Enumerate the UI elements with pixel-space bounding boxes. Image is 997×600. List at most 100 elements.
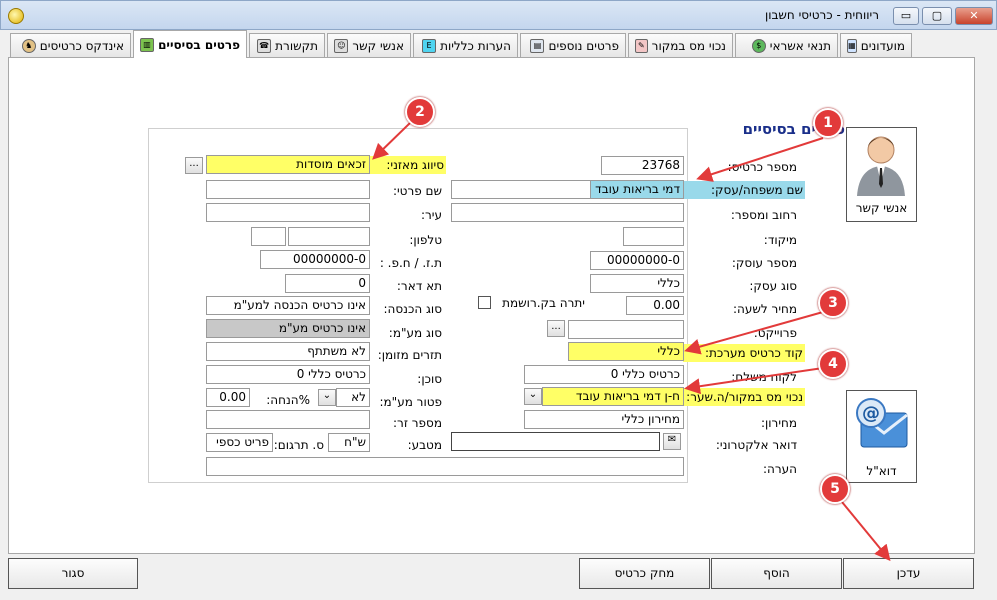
chevron-down-icon[interactable]: ⌄: [524, 388, 542, 405]
tab-basic-details[interactable]: פרטים בסיסיים ▥: [133, 30, 247, 58]
phone-prefix-input[interactable]: [251, 227, 286, 246]
city-label: עיר:: [420, 208, 442, 222]
price-list-input[interactable]: מחירון כללי: [524, 410, 684, 429]
dog-icon: ♞: [21, 38, 36, 53]
cash-flow-label: תזרים מזומן:: [377, 348, 442, 362]
contacts-icon: ☺: [334, 38, 349, 53]
callout-2: 2: [405, 97, 435, 127]
income-type-input[interactable]: אינו כרטיס הכנסה למע"מ: [206, 296, 370, 315]
mail-card[interactable]: @ דוא"ל: [846, 390, 917, 483]
add-button[interactable]: הוסף: [711, 558, 842, 589]
city-input[interactable]: [206, 203, 370, 222]
project-label: פרוייקט:: [753, 326, 797, 340]
note-input[interactable]: [206, 457, 684, 476]
family-name-input[interactable]: דמי בריאות עובד: [451, 180, 684, 199]
agent-label: סוכן:: [417, 372, 442, 386]
tab-tax-withholding[interactable]: נכוי מס במקור ✎: [628, 33, 733, 57]
discount-input[interactable]: 0.00: [206, 388, 250, 407]
tax-withholding-select[interactable]: ח-ן דמי בריאות עובד: [542, 387, 684, 406]
delete-card-button[interactable]: מחק כרטיס: [579, 558, 710, 589]
phone-icon: ☎: [257, 38, 272, 53]
details-icon: ▤: [530, 38, 545, 53]
street-label: רחוב ומספר:: [730, 208, 797, 222]
project-lookup-button[interactable]: ...: [547, 320, 565, 337]
close-window-button[interactable]: ✕: [955, 7, 993, 25]
system-card-code-input[interactable]: כללי: [568, 342, 684, 361]
vat-exempt-chevron-down-icon[interactable]: ⌄: [318, 389, 336, 406]
callout-5: 5: [820, 474, 850, 504]
id-number-input[interactable]: 00000000-0: [260, 250, 370, 269]
phone-input[interactable]: [288, 227, 370, 246]
svg-text:@: @: [862, 403, 880, 424]
tab-credit-terms[interactable]: תנאי אשראי $: [735, 33, 838, 57]
card-number-label: מספר כרטיס:: [727, 160, 797, 174]
currency-input[interactable]: ש"ח: [328, 433, 370, 452]
paying-customer-input[interactable]: כרטיס כללי 0: [524, 365, 684, 384]
book-icon: ▥: [140, 37, 155, 52]
tab-card-index[interactable]: אינדקס כרטיסים ♞: [10, 33, 131, 57]
registered-balance-label: יתרה בק.רושמת: [502, 296, 585, 310]
mail-card-label: דוא"ל: [866, 464, 897, 478]
balance-class-input[interactable]: זכאים מוסדות: [206, 155, 370, 174]
cash-flow-input[interactable]: לא משתתף: [206, 342, 370, 361]
tab-general-notes[interactable]: הערות כלליות E: [413, 33, 518, 57]
balance-class-lookup-button[interactable]: ...: [185, 157, 203, 174]
card-number-input[interactable]: 23768: [601, 156, 684, 175]
currency-label: מטבע:: [407, 438, 442, 452]
close-button[interactable]: סגור: [8, 558, 138, 589]
vat-type-input: אינו כרטיס מע"מ: [206, 319, 370, 338]
callout-1: 1: [813, 108, 843, 138]
project-input[interactable]: [568, 320, 684, 339]
business-type-input[interactable]: כללי: [590, 274, 684, 293]
business-number-input[interactable]: 00000000-0: [590, 251, 684, 270]
contacts-card[interactable]: אנשי קשר: [846, 127, 917, 222]
tab-communication[interactable]: תקשורת ☎: [249, 33, 325, 57]
hourly-price-input[interactable]: 0.00: [626, 296, 684, 315]
foreign-number-input[interactable]: [206, 410, 370, 429]
private-name-input[interactable]: [206, 180, 370, 199]
balance-class-label: סיווג מאזני:: [370, 156, 446, 174]
private-name-label: שם פרטי:: [392, 184, 442, 198]
callout-3: 3: [818, 288, 848, 318]
registered-balance-checkbox[interactable]: [478, 296, 491, 309]
email-input[interactable]: [451, 432, 660, 451]
income-type-label: סוג הכנסה:: [383, 302, 442, 316]
tab-more-details[interactable]: פרטים נוספים ▤: [520, 33, 626, 57]
note-label: הערה:: [762, 462, 797, 476]
agent-input[interactable]: כרטיס כללי 0: [206, 365, 370, 384]
contact-person-icon: [857, 136, 905, 196]
hourly-price-label: מחיר לשעה:: [733, 302, 797, 316]
translation-type-input[interactable]: פריט כספי: [206, 433, 273, 452]
email-send-icon[interactable]: ✉: [663, 433, 681, 450]
minimize-button[interactable]: ▭: [893, 7, 919, 25]
price-list-label: מחירון:: [760, 416, 797, 430]
po-box-label: תא דאר:: [396, 279, 442, 293]
update-button[interactable]: עדכן: [843, 558, 974, 589]
business-type-label: סוג עסק:: [749, 279, 797, 293]
members-icon: ▦: [847, 38, 857, 53]
money-bag-icon: $: [751, 38, 766, 53]
po-box-input[interactable]: 0: [285, 274, 370, 293]
contacts-card-label: אנשי קשר: [855, 201, 908, 215]
vat-exempt-label: פטור מע"מ:: [379, 395, 442, 409]
phone-label: טלפון:: [409, 233, 442, 247]
zip-label: מיקוד:: [763, 233, 797, 247]
street-input[interactable]: [451, 203, 684, 222]
tax-icon: ✎: [635, 38, 648, 53]
family-name-label: שם משפחה/עסק:: [683, 181, 805, 199]
mail-icon: @: [856, 398, 908, 448]
discount-label: %הנחה:: [266, 393, 310, 407]
foreign-number-label: מספר זר:: [393, 416, 442, 430]
tab-clubs[interactable]: מועדונים ▦: [840, 33, 912, 57]
tab-contacts[interactable]: אנשי קשר ☺: [327, 33, 411, 57]
translation-type-label: ס. תרגום:: [273, 438, 324, 452]
vat-exempt-select[interactable]: לא: [336, 388, 370, 407]
maximize-button[interactable]: ▢: [922, 7, 952, 25]
edit-icon: E: [422, 38, 437, 53]
system-card-code-label: קוד כרטיס מערכת:: [683, 344, 805, 362]
business-number-label: מספר עוסק:: [731, 256, 797, 270]
vat-type-label: סוג מע"מ:: [388, 326, 442, 340]
zip-input[interactable]: [623, 227, 684, 246]
tax-withholding-label: נכוי מס במקור/ה.שער:: [683, 388, 805, 406]
id-number-label: ת.ז. / ח.פ. :: [379, 256, 442, 270]
